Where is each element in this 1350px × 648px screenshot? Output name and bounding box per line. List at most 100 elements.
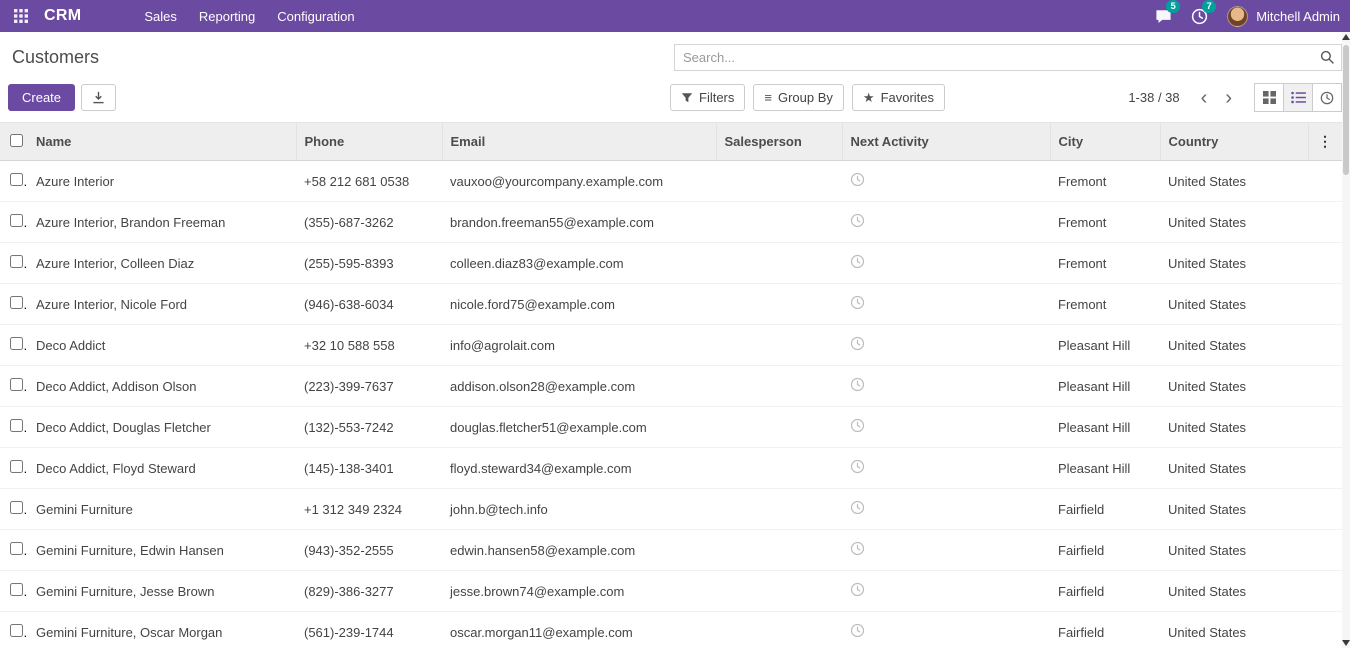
row-checkbox[interactable] xyxy=(10,173,23,186)
cell-phone: +1 312 349 2324 xyxy=(296,489,442,530)
create-button[interactable]: Create xyxy=(8,84,75,111)
table-row[interactable]: Gemini Furniture, Edwin Hansen(943)-352-… xyxy=(0,530,1342,571)
table-row[interactable]: Deco Addict, Addison Olson(223)-399-7637… xyxy=(0,366,1342,407)
cell-country: United States xyxy=(1160,448,1308,489)
cell-city: Pleasant Hill xyxy=(1050,325,1160,366)
cell-name: Gemini Furniture, Oscar Morgan xyxy=(28,612,296,648)
next-activity-clock-icon[interactable] xyxy=(850,582,865,597)
col-header-email[interactable]: Email xyxy=(442,123,716,161)
vertical-scrollbar[interactable] xyxy=(1342,32,1350,648)
cell-next-activity xyxy=(842,284,1050,325)
cell-name: Deco Addict xyxy=(28,325,296,366)
export-button[interactable] xyxy=(81,84,116,111)
table-body: Azure Interior+58 212 681 0538vauxoo@you… xyxy=(0,161,1342,648)
pager-next-button[interactable]: › xyxy=(1216,88,1241,108)
cell-city: Fremont xyxy=(1050,243,1160,284)
next-activity-clock-icon[interactable] xyxy=(850,254,865,269)
cell-next-activity xyxy=(842,325,1050,366)
row-checkbox[interactable] xyxy=(10,624,23,637)
menu-configuration[interactable]: Configuration xyxy=(266,1,365,32)
activity-view-button[interactable] xyxy=(1312,83,1342,112)
col-header-salesperson[interactable]: Salesperson xyxy=(716,123,842,161)
cell-country: United States xyxy=(1160,243,1308,284)
table-row[interactable]: Azure Interior, Colleen Diaz(255)-595-83… xyxy=(0,243,1342,284)
group-by-button[interactable]: ≡ Group By xyxy=(753,84,844,111)
col-header-name[interactable]: Name xyxy=(28,123,296,161)
cell-email: john.b@tech.info xyxy=(442,489,716,530)
col-header-next-activity[interactable]: Next Activity xyxy=(842,123,1050,161)
scroll-down-arrow[interactable] xyxy=(1342,640,1350,646)
next-activity-clock-icon[interactable] xyxy=(850,623,865,638)
cell-country: United States xyxy=(1160,202,1308,243)
table-row[interactable]: Deco Addict+32 10 588 558info@agrolait.c… xyxy=(0,325,1342,366)
table-row[interactable]: Gemini Furniture, Jesse Brown(829)-386-3… xyxy=(0,571,1342,612)
col-header-phone[interactable]: Phone xyxy=(296,123,442,161)
row-checkbox[interactable] xyxy=(10,337,23,350)
table-row[interactable]: Azure Interior, Brandon Freeman(355)-687… xyxy=(0,202,1342,243)
optional-columns-toggle[interactable]: ⋮ xyxy=(1308,123,1342,161)
row-checkbox[interactable] xyxy=(10,583,23,596)
cell-options-spacer xyxy=(1308,243,1342,284)
list-view-button[interactable] xyxy=(1283,83,1313,112)
cell-options-spacer xyxy=(1308,284,1342,325)
row-select-cell xyxy=(0,243,28,284)
table-row[interactable]: Deco Addict, Floyd Steward(145)-138-3401… xyxy=(0,448,1342,489)
search-icon[interactable] xyxy=(1313,50,1341,65)
next-activity-clock-icon[interactable] xyxy=(850,459,865,474)
row-checkbox[interactable] xyxy=(10,255,23,268)
scroll-up-arrow[interactable] xyxy=(1342,34,1350,40)
select-all-checkbox[interactable] xyxy=(10,134,23,147)
table-row[interactable]: Azure Interior, Nicole Ford(946)-638-603… xyxy=(0,284,1342,325)
row-checkbox[interactable] xyxy=(10,419,23,432)
cell-email: addison.olson28@example.com xyxy=(442,366,716,407)
user-menu[interactable]: Mitchell Admin xyxy=(1227,6,1340,27)
col-header-country[interactable]: Country xyxy=(1160,123,1308,161)
activities-button[interactable]: 7 xyxy=(1187,5,1211,27)
row-checkbox[interactable] xyxy=(10,214,23,227)
cell-city: Fairfield xyxy=(1050,489,1160,530)
cell-country: United States xyxy=(1160,407,1308,448)
menu-sales[interactable]: Sales xyxy=(133,1,188,32)
favorites-button[interactable]: ★ Favorites xyxy=(852,84,945,111)
table-row[interactable]: Gemini Furniture, Oscar Morgan(561)-239-… xyxy=(0,612,1342,648)
next-activity-clock-icon[interactable] xyxy=(850,418,865,433)
table-row[interactable]: Deco Addict, Douglas Fletcher(132)-553-7… xyxy=(0,407,1342,448)
row-checkbox[interactable] xyxy=(10,542,23,555)
apps-menu-icon[interactable] xyxy=(10,5,32,27)
cell-options-spacer xyxy=(1308,489,1342,530)
next-activity-clock-icon[interactable] xyxy=(850,336,865,351)
main-menus: Sales Reporting Configuration xyxy=(133,1,365,32)
scrollbar-thumb[interactable] xyxy=(1343,45,1349,175)
next-activity-clock-icon[interactable] xyxy=(850,172,865,187)
next-activity-clock-icon[interactable] xyxy=(850,295,865,310)
search-input[interactable] xyxy=(675,50,1313,65)
next-activity-clock-icon[interactable] xyxy=(850,377,865,392)
cell-name: Gemini Furniture xyxy=(28,489,296,530)
table-row[interactable]: Gemini Furniture+1 312 349 2324john.b@te… xyxy=(0,489,1342,530)
cell-next-activity xyxy=(842,161,1050,202)
next-activity-clock-icon[interactable] xyxy=(850,541,865,556)
cell-phone: +32 10 588 558 xyxy=(296,325,442,366)
table-header-row: Name Phone Email Salesperson Next Activi… xyxy=(0,123,1342,161)
row-checkbox[interactable] xyxy=(10,501,23,514)
kanban-view-button[interactable] xyxy=(1254,83,1284,112)
col-header-city[interactable]: City xyxy=(1050,123,1160,161)
row-checkbox[interactable] xyxy=(10,378,23,391)
table-row[interactable]: Azure Interior+58 212 681 0538vauxoo@you… xyxy=(0,161,1342,202)
cell-salesperson xyxy=(716,161,842,202)
cell-phone: (355)-687-3262 xyxy=(296,202,442,243)
search-options: Filters ≡ Group By ★ Favorites xyxy=(670,84,945,111)
row-checkbox[interactable] xyxy=(10,460,23,473)
search-box[interactable] xyxy=(674,44,1342,71)
pager-previous-button[interactable]: ‹ xyxy=(1192,88,1217,108)
filters-button[interactable]: Filters xyxy=(670,84,745,111)
cell-city: Fremont xyxy=(1050,284,1160,325)
row-checkbox[interactable] xyxy=(10,296,23,309)
cell-options-spacer xyxy=(1308,448,1342,489)
menu-reporting[interactable]: Reporting xyxy=(188,1,266,32)
cell-email: douglas.fletcher51@example.com xyxy=(442,407,716,448)
app-name[interactable]: CRM xyxy=(44,7,81,25)
next-activity-clock-icon[interactable] xyxy=(850,500,865,515)
messages-button[interactable]: 5 xyxy=(1151,5,1175,27)
next-activity-clock-icon[interactable] xyxy=(850,213,865,228)
